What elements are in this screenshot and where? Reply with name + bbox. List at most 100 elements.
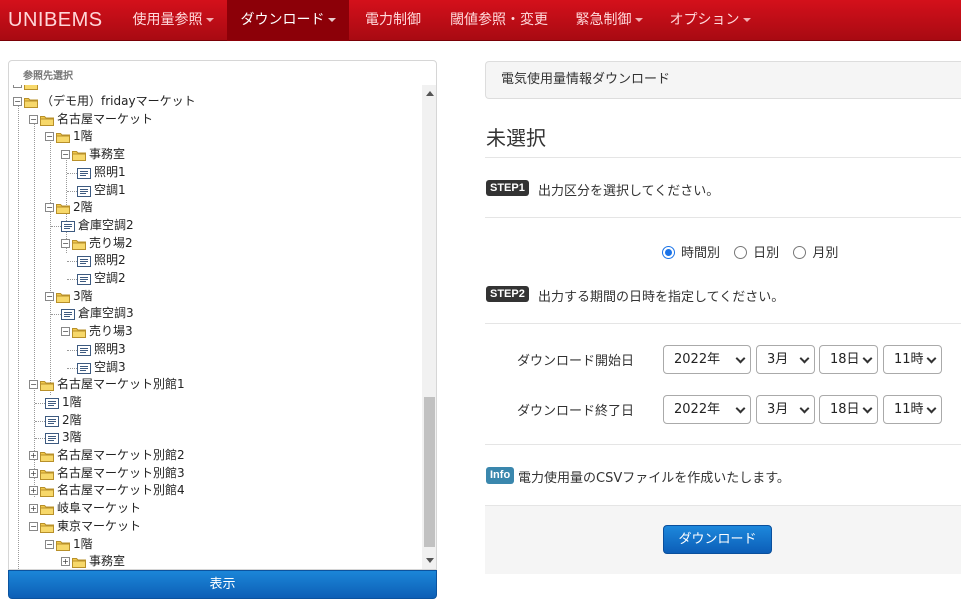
expand-icon[interactable]: +: [29, 486, 38, 496]
tree-folder-node[interactable]: − 東京マーケット: [29, 518, 141, 535]
step2-text: 出力する期間の日時を指定してください。: [538, 290, 785, 305]
download-button[interactable]: ダウンロード: [663, 525, 772, 554]
tree-node-label: 事務室: [89, 147, 126, 162]
tree-folder-node[interactable]: − 1階: [45, 128, 93, 145]
folder-icon: [56, 539, 70, 551]
expand-icon[interactable]: +: [61, 557, 70, 567]
nav-usage[interactable]: 使用量参照: [118, 0, 228, 41]
collapse-icon[interactable]: −: [45, 132, 54, 142]
end-year-select[interactable]: 2022年: [663, 395, 751, 424]
folder-icon: [40, 503, 54, 516]
meter-icon: [77, 273, 91, 285]
collapse-icon[interactable]: −: [61, 327, 70, 337]
tree-leaf-node[interactable]: 照明1: [77, 164, 126, 181]
radio-unchecked-icon[interactable]: [734, 246, 748, 259]
radio-checked-icon[interactable]: [662, 246, 675, 259]
tree-node-label: 1階: [62, 394, 82, 409]
tree-folder-node[interactable]: + 岐阜マーケット: [29, 500, 141, 517]
tree-folder-node[interactable]: − 事務室: [61, 146, 125, 163]
collapse-icon[interactable]: −: [61, 150, 70, 160]
start-month-select[interactable]: 3月: [756, 345, 815, 374]
expand-icon[interactable]: +: [29, 451, 38, 460]
tree-folder-node[interactable]: − 売り場2: [61, 235, 133, 252]
radio-unchecked-icon[interactable]: [793, 246, 807, 259]
tree-leaf-node[interactable]: 倉庫空調2: [61, 217, 134, 234]
collapse-icon[interactable]: −: [45, 539, 54, 549]
radio-daily[interactable]: 日別: [734, 245, 779, 263]
tree-node-label: 照明1: [94, 164, 126, 179]
tree-node-label: 名古屋マーケット別館1: [57, 377, 185, 392]
tree-header: 参照先選択: [23, 71, 73, 82]
display-button[interactable]: 表示: [8, 570, 437, 599]
tree-folder-node[interactable]: − 名古屋マーケット別館1: [29, 376, 185, 393]
tree-view: −−（デモ用）fridayマーケット−名古屋マーケット−1階−事務室照明1空調1…: [9, 85, 422, 569]
tree-folder-node[interactable]: − （デモ用）fridayマーケット: [13, 93, 196, 110]
meter-icon: [77, 167, 91, 179]
divider: [485, 217, 961, 218]
scroll-up-arrow-icon[interactable]: [426, 91, 434, 96]
tree-leaf-node[interactable]: 1階: [45, 394, 82, 411]
tree-leaf-node[interactable]: 照明3: [77, 341, 126, 358]
tree-leaf-node[interactable]: 2階: [45, 412, 82, 429]
meter-icon: [77, 255, 91, 268]
folder-icon: [72, 326, 86, 339]
nav-power-control[interactable]: 電力制御: [349, 0, 437, 41]
expand-icon[interactable]: +: [29, 504, 38, 514]
tree-scrollbar[interactable]: [422, 85, 436, 569]
collapse-icon[interactable]: −: [29, 521, 38, 531]
tree-folder-node[interactable]: + 事務室: [61, 553, 125, 569]
nav-download[interactable]: ダウンロード: [227, 0, 349, 41]
meter-icon: [77, 185, 91, 197]
chevron-down-icon: [735, 353, 746, 364]
collapse-icon[interactable]: −: [29, 114, 38, 124]
folder-icon: [40, 379, 54, 392]
scroll-down-arrow-icon[interactable]: [426, 558, 434, 563]
tree-leaf-node[interactable]: 3階: [45, 429, 82, 446]
radio-monthly[interactable]: 月別: [793, 245, 838, 263]
tree-folder-node[interactable]: − 1階: [45, 536, 93, 553]
step1-badge: STEP1: [486, 180, 529, 196]
end-hour-select[interactable]: 11時: [883, 395, 942, 424]
radio-hourly[interactable]: 時間別: [662, 245, 720, 263]
page-title: 未選択: [486, 126, 546, 150]
nav-emergency[interactable]: 緊急制御: [561, 0, 657, 41]
tree-folder-node[interactable]: + 名古屋マーケット別館4: [29, 482, 185, 499]
brand-logo[interactable]: UNIBEMS: [8, 0, 103, 41]
nav-options[interactable]: オプション: [657, 0, 763, 41]
start-hour-select[interactable]: 11時: [883, 345, 942, 374]
tree-leaf-node[interactable]: 空調3: [77, 359, 126, 376]
meter-icon: [45, 432, 59, 445]
tree-leaf-node[interactable]: 空調2: [77, 270, 126, 287]
tree-leaf-node[interactable]: 空調1: [77, 182, 126, 199]
tree-node-label: 照明2: [94, 253, 126, 268]
tree-leaf-node[interactable]: 照明2: [77, 252, 126, 269]
tree-folder-node[interactable]: − 3階: [45, 288, 93, 305]
collapse-icon[interactable]: −: [13, 97, 22, 106]
collapse-icon[interactable]: −: [29, 380, 38, 390]
info-badge: Info: [486, 467, 515, 484]
scroll-thumb[interactable]: [424, 397, 435, 547]
tree-node-label: 岐阜マーケット: [57, 501, 142, 516]
tree-leaf-node[interactable]: 倉庫空調3: [61, 305, 134, 322]
expand-icon[interactable]: +: [29, 468, 38, 478]
collapse-icon[interactable]: −: [45, 203, 54, 213]
tree-folder-node[interactable]: − 2階: [45, 199, 93, 216]
tree-folder-node[interactable]: − 売り場3: [61, 323, 133, 340]
location-tree-panel: 参照先選択 −−（デモ用）fridayマーケット−名古屋マーケット−1階−事務室…: [8, 60, 437, 570]
tree-folder-node[interactable]: − 名古屋マーケット: [29, 111, 153, 128]
end-month-select[interactable]: 3月: [756, 395, 815, 424]
nav-threshold[interactable]: 閾値参照・変更: [437, 0, 561, 41]
start-year-select[interactable]: 2022年: [663, 345, 751, 374]
collapse-icon[interactable]: −: [45, 291, 54, 301]
end-day-select[interactable]: 18日: [819, 395, 878, 424]
collapse-icon[interactable]: −: [61, 238, 70, 248]
tree-node-label: 2階: [62, 412, 82, 427]
tree-node-label: 名古屋マーケット別館3: [57, 465, 185, 480]
tree-folder-node[interactable]: + 名古屋マーケット別館3: [29, 465, 185, 482]
start-day-select[interactable]: 18日: [819, 345, 878, 374]
chevron-down-icon: [862, 403, 873, 414]
tree-folder-node[interactable]: + 名古屋マーケット別館2: [29, 447, 185, 464]
meter-icon: [61, 220, 75, 232]
info-text: 電力使用量のCSVファイルを作成いたします。: [518, 471, 790, 486]
folder-icon: [72, 149, 86, 162]
